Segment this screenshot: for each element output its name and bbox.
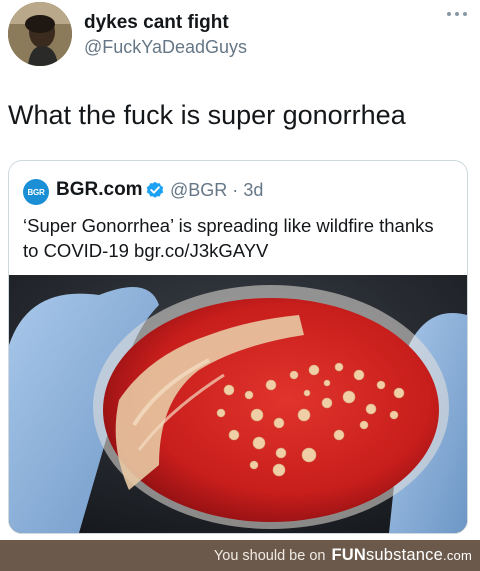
- brand-bold: FUN: [331, 546, 366, 564]
- quoted-text: ‘Super Gonorrhea’ is spreading like wild…: [23, 215, 434, 261]
- footer-prefix: You should be on: [213, 547, 326, 564]
- avatar[interactable]: [8, 2, 72, 66]
- brand-rest: substance: [365, 546, 444, 564]
- tweet-text: What the fuck is super gonorrhea: [8, 100, 406, 130]
- meta-separator: ·: [232, 180, 239, 200]
- display-name[interactable]: dykes cant fight: [84, 12, 229, 34]
- watermark-footer: You should be on FUNsubstance.com: [0, 540, 480, 571]
- quoted-display-name[interactable]: BGR.com: [56, 179, 143, 201]
- tweet-card: dykes cant fight @FuckYaDeadGuys What th…: [0, 0, 480, 540]
- quoted-time[interactable]: 3d: [243, 180, 263, 200]
- more-options-icon[interactable]: [446, 10, 468, 18]
- avatar-photo: [8, 2, 72, 66]
- brand-tld: .com: [443, 548, 472, 563]
- funsubstance-logo[interactable]: FUNsubstance.com: [331, 546, 472, 565]
- quoted-handle[interactable]: @BGR: [170, 180, 227, 200]
- quoted-meta: @BGR · 3d: [170, 180, 263, 201]
- verified-badge-icon: [146, 181, 164, 198]
- bgr-logo-icon: BGR: [23, 179, 49, 205]
- user-handle[interactable]: @FuckYaDeadGuys: [84, 37, 247, 58]
- quoted-tweet[interactable]: BGR BGR.com @BGR · 3d ‘Super Gonorrhea’ …: [8, 160, 468, 534]
- petri-dish-photo[interactable]: [9, 275, 467, 533]
